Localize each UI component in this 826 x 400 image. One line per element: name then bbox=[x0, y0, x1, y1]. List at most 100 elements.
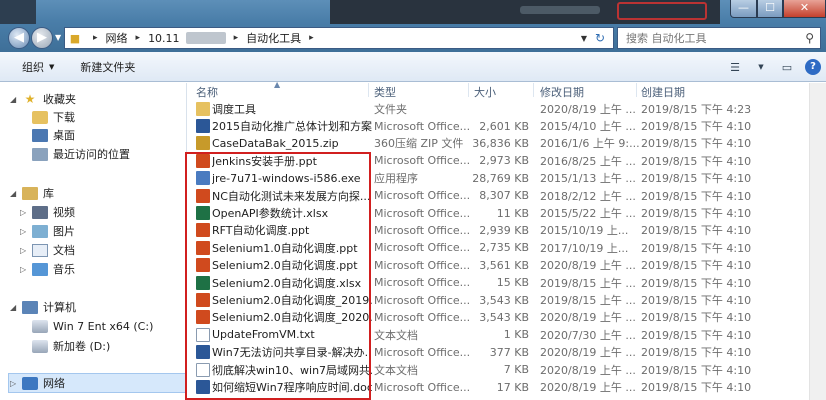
change-view-button[interactable]: ☰ bbox=[722, 56, 748, 78]
nav-favorites[interactable]: ◢ ★ 收藏夹 bbox=[10, 90, 76, 108]
forward-button[interactable]: ▶ bbox=[31, 27, 53, 49]
file-row[interactable]: Selenium2.0自动化调度_2019.p...Microsoft Offi… bbox=[188, 291, 826, 308]
expand-icon[interactable]: ▷ bbox=[20, 227, 26, 236]
documents-icon bbox=[32, 243, 48, 257]
collapse-icon[interactable]: ◢ bbox=[10, 95, 16, 104]
folder-icon: ■ bbox=[69, 31, 81, 45]
file-modified-date: 2019/8/15 上午 ... bbox=[540, 294, 636, 308]
videos-icon bbox=[32, 205, 48, 219]
file-list: ▲ 名称 类型 大小 修改日期 创建日期 调度工具 文件夹 2020/8/19 上午… bbox=[188, 80, 826, 400]
file-created-date: 2019/8/15 下午 4:10 bbox=[641, 311, 752, 325]
file-row[interactable]: Selenium2.0自动化调度.ppt Microsoft Office... 3… bbox=[188, 257, 826, 274]
file-size: 2,973 KB bbox=[479, 154, 529, 168]
file-row[interactable]: Win7无法访问共享目录-解决办... Microsoft Office... 37… bbox=[188, 344, 826, 361]
file-row[interactable]: 彻底解决win10、win7局域网共... 文本文档 7 KB 2020/8/19 上… bbox=[188, 361, 826, 378]
file-row[interactable]: 2015自动化推广总体计划和方案... Microsoft Office... 2,… bbox=[188, 117, 826, 134]
preview-pane-button[interactable]: ▭ bbox=[774, 56, 800, 78]
file-row[interactable]: Selenium1.0自动化调度.ppt Microsoft Office... 2… bbox=[188, 239, 826, 256]
nav-documents-label: 文档 bbox=[53, 244, 75, 257]
recent-pages-dropdown[interactable]: ▼ bbox=[55, 33, 61, 42]
nav-drive-c[interactable]: Win 7 Ent x64 (C:) bbox=[32, 317, 153, 335]
column-header-name[interactable]: 名称 bbox=[196, 84, 218, 100]
column-divider[interactable] bbox=[468, 83, 469, 97]
file-name: 2015自动化推广总体计划和方案... bbox=[212, 120, 372, 134]
nav-downloads[interactable]: 下载 bbox=[32, 108, 75, 126]
collapse-icon[interactable]: ◢ bbox=[10, 303, 16, 312]
breadcrumb-current-folder[interactable]: 自动化工具 bbox=[246, 30, 301, 46]
column-header-size[interactable]: 大小 bbox=[474, 84, 496, 100]
nav-downloads-label: 下载 bbox=[53, 111, 75, 124]
nav-libraries-label: 库 bbox=[43, 187, 54, 200]
breadcrumb-network[interactable]: 网络 bbox=[106, 30, 128, 46]
file-row[interactable]: jre-7u71-windows-i586.exe 应用程序 28,769 KB 20… bbox=[188, 170, 826, 187]
file-name: 彻底解决win10、win7局域网共... bbox=[212, 363, 372, 377]
breadcrumb-separator[interactable]: ▸ bbox=[136, 33, 141, 43]
breadcrumb-separator[interactable]: ▸ bbox=[309, 33, 314, 43]
file-name: Selenium2.0自动化调度_2020.p... bbox=[212, 311, 372, 325]
breadcrumb-host[interactable]: 10.11 bbox=[148, 32, 180, 45]
file-created-date: 2019/8/15 下午 4:10 bbox=[641, 224, 752, 238]
expand-icon[interactable]: ▷ bbox=[20, 265, 26, 274]
file-modified-date: 2015/10/19 上... bbox=[540, 224, 629, 238]
nav-pictures[interactable]: ▷ 图片 bbox=[20, 222, 75, 240]
maximize-icon: ☐ bbox=[765, 1, 775, 14]
file-row[interactable]: CaseDataBak_2015.zip 360压缩 ZIP 文件 36,836 K… bbox=[188, 135, 826, 152]
expand-icon[interactable]: ▷ bbox=[10, 379, 16, 388]
address-dropdown-icon[interactable]: ▼ bbox=[581, 34, 587, 43]
search-input[interactable] bbox=[626, 31, 796, 45]
vertical-scrollbar[interactable] bbox=[809, 83, 826, 400]
minimize-button[interactable]: — bbox=[730, 0, 757, 18]
file-modified-date: 2020/8/19 上午 ... bbox=[540, 381, 636, 395]
column-header-modified[interactable]: 修改日期 bbox=[540, 84, 584, 100]
nav-desktop[interactable]: 桌面 bbox=[32, 126, 75, 144]
more-views-button[interactable]: ▼ bbox=[748, 56, 774, 78]
search-box[interactable]: ⚲ bbox=[617, 27, 821, 49]
nav-drive-d-label: 新加卷 (D:) bbox=[53, 340, 111, 353]
nav-computer[interactable]: ◢ 计算机 bbox=[10, 298, 76, 316]
column-divider[interactable] bbox=[368, 83, 369, 97]
file-row[interactable]: Jenkins安装手册.ppt Microsoft Office... 2,973 … bbox=[188, 152, 826, 169]
file-row[interactable]: NC自动化测试未来发展方向探... Microsoft Office... 8,30… bbox=[188, 187, 826, 204]
expand-icon[interactable]: ▷ bbox=[20, 246, 26, 255]
back-button[interactable]: ◀ bbox=[8, 27, 30, 49]
column-header-type[interactable]: 类型 bbox=[374, 84, 396, 100]
file-row[interactable]: OpenAPI参数统计.xlsx Microsoft Office... 11 KB… bbox=[188, 204, 826, 221]
file-row[interactable]: UpdateFromVM.txt 文本文档 1 KB 2020/7/30 上午 ...… bbox=[188, 326, 826, 343]
column-divider[interactable] bbox=[533, 83, 534, 97]
file-row[interactable]: 调度工具 文件夹 2020/8/19 上午 ... 2019/8/15 下午 4:23 bbox=[188, 100, 826, 117]
address-bar[interactable]: ■ ▸ 网络 ▸ 10.11 ▸ 自动化工具 ▸ ▼ ↻ bbox=[64, 27, 614, 49]
new-folder-button[interactable]: 新建文件夹 bbox=[64, 52, 145, 81]
excel-file-icon bbox=[196, 206, 210, 221]
help-button[interactable]: ? bbox=[800, 56, 826, 78]
file-name: Selenium2.0自动化调度.ppt bbox=[212, 259, 358, 273]
nav-documents[interactable]: ▷ 文档 bbox=[20, 241, 75, 259]
file-row[interactable]: Selenium2.0自动化调度_2020.p...Microsoft Offi… bbox=[188, 309, 826, 326]
expand-icon[interactable]: ▷ bbox=[20, 208, 26, 217]
file-created-date: 2019/8/15 下午 4:10 bbox=[641, 172, 752, 186]
breadcrumb-separator[interactable]: ▸ bbox=[234, 33, 239, 43]
drive-icon bbox=[32, 339, 48, 353]
nav-music[interactable]: ▷ 音乐 bbox=[20, 260, 75, 278]
organize-button[interactable]: 组织 ▼ bbox=[0, 52, 64, 81]
file-modified-date: 2016/1/6 上午 9:... bbox=[540, 137, 640, 151]
search-icon[interactable]: ⚲ bbox=[805, 31, 814, 45]
file-row[interactable]: Selenium2.0自动化调度.xlsx Microsoft Office...… bbox=[188, 274, 826, 291]
column-divider[interactable] bbox=[636, 83, 637, 97]
nav-network[interactable]: ▷ 网络 bbox=[10, 374, 65, 392]
nav-videos[interactable]: ▷ 视频 bbox=[20, 203, 75, 221]
nav-libraries[interactable]: ◢ 库 bbox=[10, 184, 54, 202]
file-row[interactable]: 如何缩短Win7程序响应时间.docx Microsoft Office... 17… bbox=[188, 378, 826, 395]
breadcrumb-separator[interactable]: ▸ bbox=[93, 33, 98, 43]
refresh-icon[interactable]: ↻ bbox=[591, 31, 609, 45]
nav-recent-places[interactable]: 最近访问的位置 bbox=[32, 145, 130, 163]
file-type: 文件夹 bbox=[374, 102, 407, 116]
maximize-button[interactable]: ☐ bbox=[757, 0, 783, 18]
file-modified-date: 2020/8/19 上午 ... bbox=[540, 102, 636, 116]
file-modified-date: 2015/5/22 上午 ... bbox=[540, 207, 636, 221]
close-button[interactable]: ✕ bbox=[783, 0, 826, 18]
nav-drive-d[interactable]: 新加卷 (D:) bbox=[32, 337, 110, 355]
file-row[interactable]: RFT自动化调度.ppt Microsoft Office... 2,939 KB 2… bbox=[188, 222, 826, 239]
file-name: RFT自动化调度.ppt bbox=[212, 224, 310, 238]
column-header-created[interactable]: 创建日期 bbox=[641, 84, 685, 100]
collapse-icon[interactable]: ◢ bbox=[10, 189, 16, 198]
